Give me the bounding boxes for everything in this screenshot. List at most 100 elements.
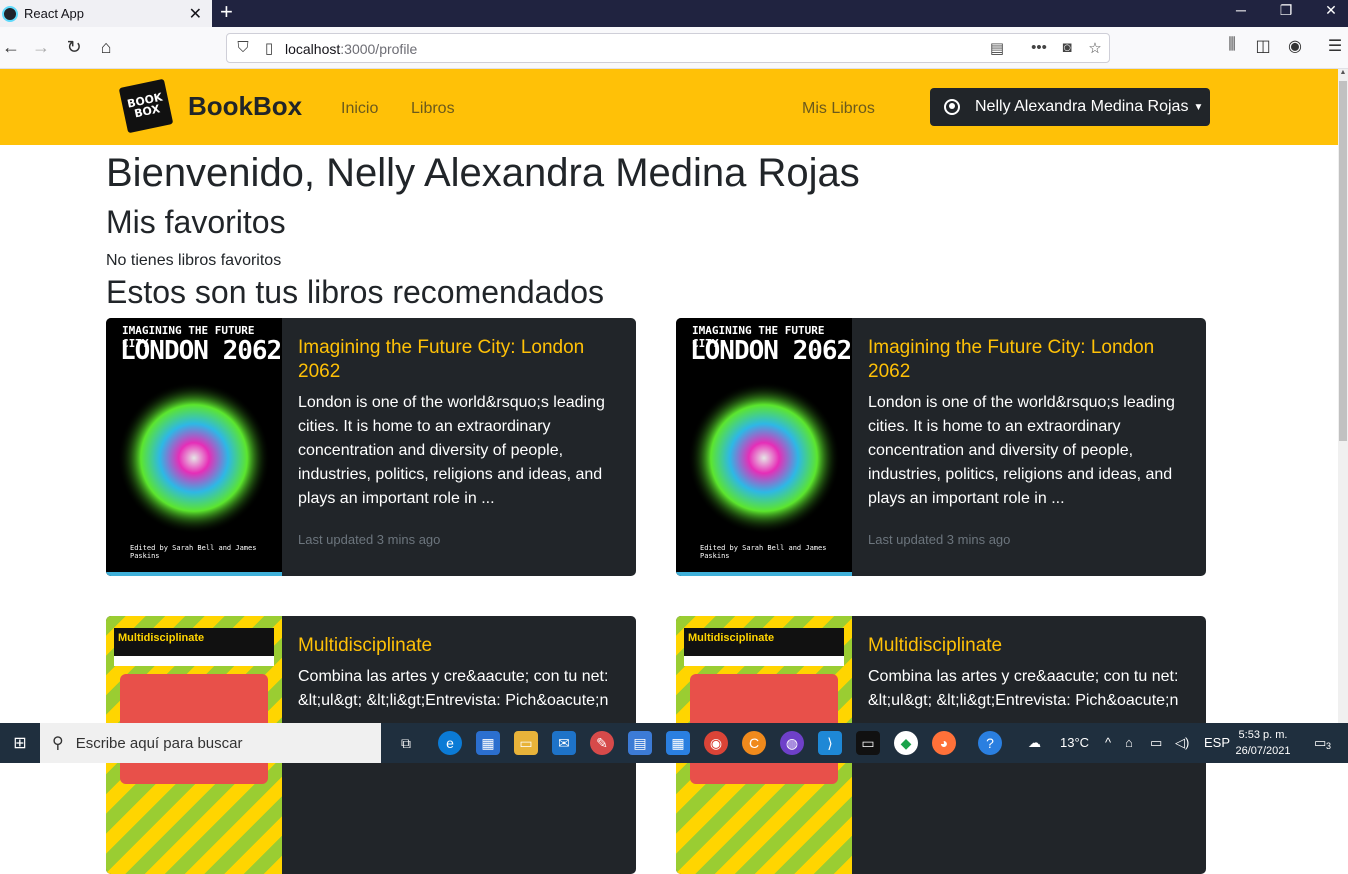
notification-icon[interactable]: ▭ (1314, 735, 1326, 751)
pocket-icon[interactable]: ◙ (1057, 39, 1077, 56)
browser-tab-bar: React App ✕ + ─ ❐ ✕ (0, 0, 1348, 27)
firefox-icon[interactable]: ◕ (932, 731, 956, 755)
language-indicator[interactable]: ESP (1204, 735, 1230, 750)
store-icon[interactable]: ▦ (476, 731, 500, 755)
calendar-icon[interactable]: ▦ (666, 731, 690, 755)
bookbox-logo[interactable]: BOOK BOX (118, 78, 174, 134)
url-text[interactable]: localhost:3000/profile (285, 41, 417, 57)
edge-icon[interactable]: e (438, 731, 462, 755)
taskbar-search[interactable]: ⚲ Escribe aquí para buscar (40, 723, 381, 763)
caret-down-icon: ▼ (1193, 101, 1204, 113)
mongodb-icon[interactable]: ◆ (894, 731, 918, 755)
book-updated: Last updated 3 mins ago (868, 532, 1011, 547)
book-title[interactable]: Multidisciplinate (868, 634, 1188, 658)
tray-network-icon[interactable]: ⌂ (1125, 735, 1133, 750)
browser-toolbar: ← → ↻ ⌂ ⛉ ▯ localhost:3000/profile ▤ •••… (0, 27, 1348, 69)
user-name: Nelly Alexandra Medina Rojas (975, 98, 1189, 115)
cover-title-main: LONDON 2062 (120, 336, 282, 366)
page-info-icon[interactable]: ▯ (259, 39, 279, 57)
sidebar-icon[interactable]: ◫ (1252, 36, 1274, 56)
forward-icon[interactable]: → (30, 36, 52, 58)
book-description: Combina las artes y cre&aacute; con tu n… (298, 668, 609, 709)
app-c-icon[interactable]: C (742, 731, 766, 755)
home-icon[interactable]: ⌂ (95, 36, 117, 58)
cover-subtitle-band (684, 656, 844, 666)
mail-icon[interactable]: ✉ (552, 731, 576, 755)
minimize-window-icon[interactable]: ─ (1226, 2, 1256, 18)
scroll-thumb[interactable] (1339, 81, 1347, 441)
user-dropdown-button[interactable]: Nelly Alexandra Medina Rojas ▼ (930, 88, 1210, 126)
browser-tab[interactable]: React App ✕ (0, 0, 212, 27)
welcome-heading: Bienvenido, Nelly Alexandra Medina Rojas (106, 151, 860, 195)
cover-editors: Edited by Sarah Bell and James Paskins (700, 544, 827, 560)
close-window-icon[interactable]: ✕ (1316, 2, 1346, 19)
search-icon: ⚲ (52, 735, 64, 752)
task-view-icon[interactable]: ⧉ (394, 731, 418, 755)
cover-strip (676, 572, 852, 576)
library-icon[interactable]: ⫼ (1221, 36, 1243, 54)
weather-temp[interactable]: 13°C (1060, 735, 1089, 750)
book-description: London is one of the world&rsquo;s leadi… (298, 394, 605, 507)
nav-inicio[interactable]: Inicio (341, 100, 378, 118)
cover-title-main: LONDON 2062 (690, 336, 852, 366)
brand-name[interactable]: BookBox (188, 91, 302, 122)
book-cover-image[interactable]: IMAGINING THE FUTURE CITY: LONDON 2062 E… (106, 318, 282, 576)
page-scrollbar[interactable]: ▲ (1338, 69, 1348, 723)
shield-icon[interactable]: ⛉ (233, 39, 253, 56)
weather-icon[interactable]: ☁ (1028, 735, 1041, 751)
cover-band: Multidisciplinate (684, 628, 844, 656)
react-favicon-icon (2, 5, 18, 22)
vscode-icon[interactable]: ⟩ (818, 731, 842, 755)
book-title[interactable]: Imagining the Future City: London 2062 (298, 336, 618, 384)
address-bar[interactable]: ⛉ ▯ localhost:3000/profile ▤ ••• ◙ ☆ (226, 33, 1110, 63)
maximize-window-icon[interactable]: ❐ (1271, 2, 1301, 19)
notification-count: 3 (1326, 741, 1332, 751)
tray-chevron-icon[interactable]: ^ (1105, 735, 1111, 750)
nav-libros[interactable]: Libros (411, 100, 455, 118)
cover-network-graphic (118, 382, 270, 534)
book-title[interactable]: Multidisciplinate (298, 634, 618, 658)
tray-display-icon[interactable]: ▭ (1150, 735, 1162, 751)
favorites-heading: Mis favoritos (106, 204, 286, 240)
book-cover-image[interactable]: IMAGINING THE FUTURE CITY: LONDON 2062 E… (676, 318, 852, 576)
windows-start-icon[interactable]: ⊞ (0, 723, 40, 763)
bookmark-star-icon[interactable]: ☆ (1085, 39, 1105, 57)
no-favorites-text: No tienes libros favoritos (106, 252, 282, 269)
file-explorer-icon[interactable]: ▭ (514, 731, 538, 755)
cover-editors: Edited by Sarah Bell and James Paskins (130, 544, 257, 560)
page-actions-icon[interactable]: ••• (1029, 39, 1049, 56)
tab-title: React App (24, 6, 84, 21)
cover-network-graphic (688, 382, 840, 534)
reader-view-icon[interactable]: ▤ (987, 39, 1007, 57)
github-icon[interactable]: ◍ (780, 731, 804, 755)
help-icon[interactable]: ? (978, 731, 1002, 755)
clock-date: 26/07/2021 (1235, 745, 1291, 757)
paint-icon[interactable]: ✎ (590, 731, 614, 755)
book-updated: Last updated 3 mins ago (298, 532, 441, 547)
back-icon[interactable]: ← (0, 36, 22, 58)
account-icon[interactable]: ◉ (1284, 36, 1306, 56)
recommended-heading: Estos son tus libros recomendados (106, 274, 605, 310)
reload-icon[interactable]: ↻ (63, 36, 85, 58)
volume-icon[interactable]: ◁) (1175, 735, 1189, 751)
book-card[interactable]: IMAGINING THE FUTURE CITY: LONDON 2062 E… (676, 318, 1206, 576)
user-circle-icon (944, 99, 960, 115)
nav-mis-libros[interactable]: Mis Libros (802, 100, 875, 118)
cover-strip (106, 572, 282, 576)
book-description: Combina las artes y cre&aacute; con tu n… (868, 668, 1179, 709)
chrome-icon[interactable]: ◉ (704, 731, 728, 755)
terminal-icon[interactable]: ▭ (856, 731, 880, 755)
calculator-icon[interactable]: ▤ (628, 731, 652, 755)
cover-subtitle-band (114, 656, 274, 666)
new-tab-button[interactable]: + (220, 1, 233, 23)
book-card[interactable]: IMAGINING THE FUTURE CITY: LONDON 2062 E… (106, 318, 636, 576)
menu-icon[interactable]: ☰ (1324, 36, 1346, 56)
windows-taskbar: ⊞ ⚲ Escribe aquí para buscar ⧉ e ▦ ▭ ✉ ✎… (0, 723, 1348, 763)
close-tab-icon[interactable]: ✕ (189, 4, 202, 24)
taskbar-clock[interactable]: 5:53 p. m. 26/07/2021 (1232, 727, 1294, 759)
book-description: London is one of the world&rsquo;s leadi… (868, 394, 1175, 507)
cover-band: Multidisciplinate (114, 628, 274, 656)
scroll-up-icon[interactable]: ▲ (1338, 69, 1348, 76)
book-title[interactable]: Imagining the Future City: London 2062 (868, 336, 1188, 384)
search-placeholder: Escribe aquí para buscar (75, 734, 243, 752)
